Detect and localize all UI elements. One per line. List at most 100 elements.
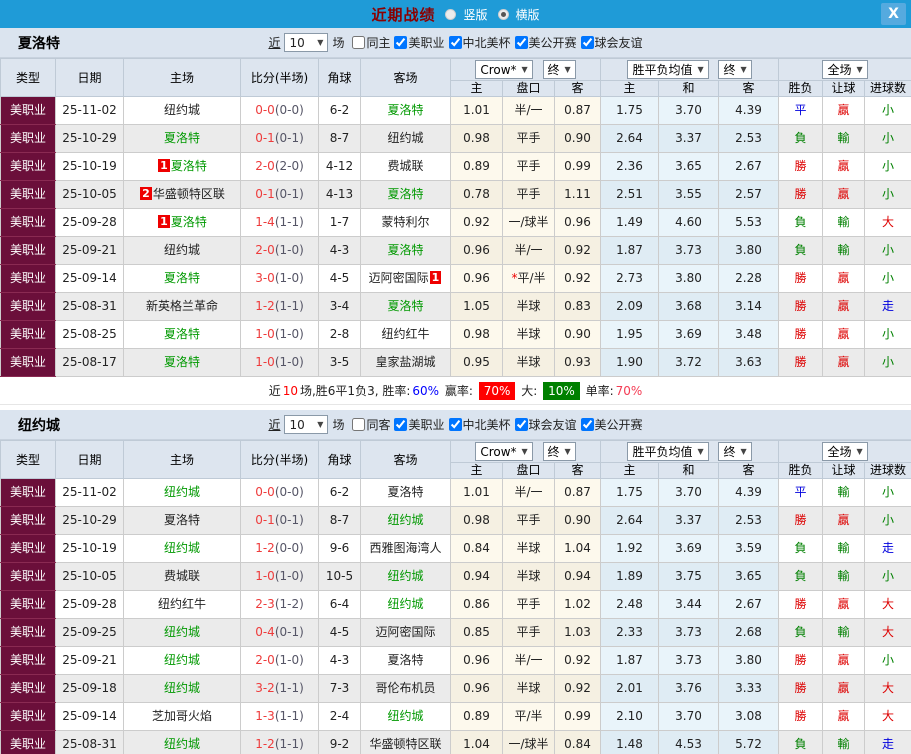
result-goals-cell: 大 [864,674,911,703]
corners-cell: 1-7 [318,208,361,237]
avg-draw-cell: 3.72 [658,348,720,377]
avg-select[interactable]: 胜平负均值 ▼ [627,442,709,461]
team-label: 华盛顿特区联 [152,187,225,201]
league-checkbox[interactable]: 美职业 [394,34,445,51]
avg-select[interactable]: 胜平负均值 ▼ [627,60,709,79]
team-label: 新英格兰革命 [145,299,218,313]
league-checkbox-input[interactable] [580,417,594,431]
halftime-score: (0-1) [274,131,304,145]
league-checkbox[interactable]: 球会友谊 [514,416,577,433]
handicap-label: 一/球半 [508,737,549,751]
close-icon: X [888,6,899,22]
matches-table: 类型 日期 主场 比分(半场) 角球 客场 Crow* ▼ 终 ▼ 胜平负均值 … [0,440,911,754]
handicap-cell: 平手 [502,618,555,647]
table-row: 美职业 25-08-31 新英格兰革命 1-2(1-1) 3-4 夏洛特 1.05 半球 0.8… [0,292,911,321]
team-label: 迈阿密国际 [368,271,429,285]
team-label: 纽约城 [163,243,200,257]
table-row: 美职业 25-10-05 费城联 1-0(1-0) 10-5 纽约城 0.94 半球 0.94 1… [0,562,911,591]
league-checkbox-input[interactable] [514,417,528,431]
league-cell: 美职业 [0,590,56,619]
avg-select-value: 胜平负均值 [632,63,693,77]
odds-final-value: 终 [547,444,560,459]
handicap-label: 平手 [516,159,541,173]
summary-segment: 70% [615,384,643,398]
handicap-label: 平手 [516,597,541,611]
summary-segment: 场,胜6平1负3, 胜率: [299,384,411,398]
avg-away-cell: 2.53 [718,506,780,535]
home-team-cell: 纽约城 [123,534,241,563]
result-wdl-cell: 勝 [778,264,824,293]
odds-final-select[interactable]: 终 ▼ [542,59,576,79]
league-checkbox[interactable]: 中北美杯 [448,416,511,433]
fulltime-select[interactable]: 全场 ▼ [822,442,868,461]
corners-cell: 3-5 [318,348,361,377]
odds-final-select[interactable]: 终 ▼ [542,441,576,461]
avg-draw-cell: 4.60 [658,208,720,237]
away-odds-cell: 1.03 [553,618,602,647]
avg-away-cell: 5.72 [718,730,780,754]
score-cell: 0-4(0-1) [240,618,319,647]
league-checkbox[interactable]: 中北美杯 [448,34,511,51]
team-label: 迈阿密国际 [375,625,436,639]
away-odds-cell: 0.96 [553,208,602,237]
league-checkbox-input[interactable] [394,417,408,431]
same-venue-checkbox[interactable]: 同客 [352,416,390,433]
team-label: 夏洛特 [163,355,200,369]
avg-final-select[interactable]: 终 ▼ [718,442,752,461]
same-venue-input[interactable] [352,418,366,431]
chevron-down-icon: ▼ [740,447,747,456]
result-goals-cell: 小 [864,320,911,349]
chevron-down-icon: ▼ [856,447,863,456]
away-odds-cell: 0.99 [553,702,602,731]
league-checkbox-input[interactable] [514,35,528,49]
league-checkbox[interactable]: 球会友谊 [580,34,643,51]
fulltime-score: 2-0 [255,243,275,257]
odds-company-select[interactable]: Crow* ▼ [475,60,533,80]
league-checkbox[interactable]: 美公开赛 [580,416,643,433]
same-venue-input[interactable] [352,36,366,49]
same-venue-checkbox[interactable]: 同主 [352,34,390,51]
result-handicap-cell: 贏 [822,264,866,293]
table-row: 美职业 25-08-31 纽约城 1-2(1-1) 9-2 华盛顿特区联 1.04 一/球半 0… [0,730,911,754]
home-odds-cell: 0.85 [450,618,503,647]
league-checkbox-input[interactable] [448,35,462,49]
score-cell: 3-2(1-1) [240,674,319,703]
close-button[interactable]: X [881,3,906,25]
league-checkbox[interactable]: 美职业 [394,416,445,433]
avg-home-cell: 2.64 [600,506,660,535]
date-cell: 25-09-14 [55,702,124,731]
table-row: 美职业 25-09-18 纽约城 3-2(1-1) 7-3 哥伦布机员 0.96 半球 0.92… [0,674,911,703]
league-checkbox-input[interactable] [580,35,594,49]
away-odds-cell: 0.84 [553,730,602,754]
subcol-goals: 进球数 [864,462,911,479]
date-cell: 25-08-17 [55,348,124,377]
halftime-score: (0-1) [274,625,304,639]
radio-vertical-label[interactable]: 竖版 [463,6,487,23]
league-checkbox[interactable]: 美公开赛 [514,34,577,51]
score-cell: 2-0(1-0) [240,236,319,265]
radio-vertical[interactable] [445,8,457,20]
fulltime-select[interactable]: 全场 ▼ [822,60,868,79]
handicap-label: 半/一 [514,653,543,667]
radio-horizontal-label[interactable]: 横版 [516,6,540,23]
team-label: 纽约城 [163,653,200,667]
games-label: 场 [332,36,345,50]
league-cell: 美职业 [0,292,56,321]
team-name: 夏洛特 [18,35,60,52]
home-team-cell: 夏洛特 [123,320,241,349]
league-checkbox-input[interactable] [394,35,408,49]
radio-horizontal[interactable] [497,8,509,20]
fulltime-score: 0-1 [255,131,275,145]
avg-away-cell: 2.28 [718,264,780,293]
league-checkbox-input[interactable] [448,417,462,431]
fulltime-score: 0-0 [255,103,275,117]
match-count-select[interactable]: 10 ▼ [284,33,329,52]
filter-controls: 近 10 ▼ 场 同客 美职业 中北美杯 球会友谊 美公开赛 [268,415,643,434]
result-handicap-cell: 輸 [822,478,866,507]
subcol-avg-draw: 和 [658,80,720,97]
odds-company-select[interactable]: Crow* ▼ [475,442,533,462]
match-count-select[interactable]: 10 ▼ [284,415,329,434]
away-team-cell: 纽约城 [360,124,451,153]
team-label: 夏洛特 [387,299,424,313]
avg-final-select[interactable]: 终 ▼ [718,60,752,79]
